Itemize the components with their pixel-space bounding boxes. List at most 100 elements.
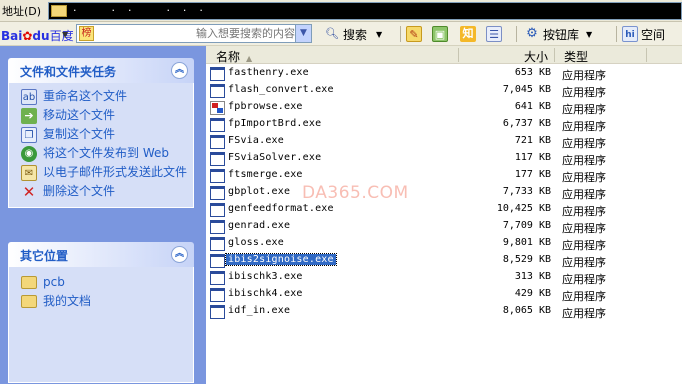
app-color-icon [210,101,225,115]
task-move[interactable]: ➔ 移动这个文件 [21,108,193,124]
chevron-down-icon[interactable]: ▼ [62,30,68,39]
file-name[interactable]: idf_in.exe [228,305,290,316]
file-row[interactable]: gbplot.exe 7,733 KB 应用程序 [206,185,682,202]
file-row[interactable]: gloss.exe 9,801 KB 应用程序 [206,236,682,253]
task-publish-web-label[interactable]: 将这个文件发布到 Web [43,146,193,161]
search-input[interactable] [99,26,295,41]
column-size-label: 大小 [524,50,549,64]
chevron-down-icon[interactable]: ▼ [586,30,592,39]
file-tasks-panel: 文件和文件夹任务 ︽ ab 重命名这个文件 ➔ 移动这个文件 ❐ 复制这个文件 … [8,58,194,208]
column-size[interactable]: 大小 [524,48,548,65]
task-publish-web[interactable]: ◉ 将这个文件发布到 Web [21,146,193,162]
place-my-documents-label[interactable]: 我的文档 [43,294,193,309]
plugin-library-button[interactable]: ⚙ 按钮库 ▼ [524,25,592,43]
collapse-chevron-icon[interactable]: ︽ [171,246,188,263]
search-box[interactable]: 榜 ▼ [76,24,312,43]
file-size: 8,529 KB [502,254,551,265]
task-rename[interactable]: ab 重命名这个文件 [21,89,193,105]
highlight-icon: ✎ [406,26,422,42]
place-pcb-label[interactable]: pcb [43,275,193,290]
exe-icon [210,135,225,149]
place-pcb[interactable]: pcb [21,275,193,290]
address-bar: 地址(D) · · · · · · [0,0,682,22]
place-my-documents[interactable]: 我的文档 [21,294,193,309]
file-name[interactable]: genfeedformat.exe [228,203,334,214]
file-row[interactable]: genrad.exe 7,709 KB 应用程序 [206,219,682,236]
file-row[interactable]: ibischk3.exe 313 KB 应用程序 [206,270,682,287]
file-size: 313 KB [514,271,551,282]
file-name[interactable]: gbplot.exe [228,186,290,197]
file-row-selected[interactable]: ibis2signoise.exe 8,529 KB 应用程序 [206,253,682,270]
search-history-dropdown[interactable]: ▼ [295,25,311,42]
file-row[interactable]: fpbrowse.exe 641 KB 应用程序 [206,100,682,117]
file-name[interactable]: gloss.exe [228,237,284,248]
file-name[interactable]: ftsmerge.exe [228,169,303,180]
file-name[interactable]: FSviaSolver.exe [228,152,321,163]
file-name[interactable]: flash_convert.exe [228,84,334,95]
file-row[interactable]: FSvia.exe 721 KB 应用程序 [206,134,682,151]
task-email-label[interactable]: 以电子邮件形式发送此文件 [43,165,193,180]
address-path[interactable]: · · · · · · [73,4,205,17]
task-delete-label[interactable]: 删除这个文件 [43,184,193,199]
task-copy[interactable]: ❐ 复制这个文件 [21,127,193,143]
task-rename-label[interactable]: 重命名这个文件 [43,89,193,104]
file-name[interactable]: fpImportBrd.exe [228,118,321,129]
task-pane: 文件和文件夹任务 ︽ ab 重命名这个文件 ➔ 移动这个文件 ❐ 复制这个文件 … [0,46,206,384]
file-tasks-header[interactable]: 文件和文件夹任务 ︽ [8,58,194,83]
file-type: 应用程序 [562,256,606,269]
exe-icon [210,203,225,217]
baidu-logo-du: du [32,29,50,43]
file-row[interactable]: ftsmerge.exe 177 KB 应用程序 [206,168,682,185]
file-name[interactable]: ibischk3.exe [228,271,303,282]
search-button[interactable]: 🔍︎ 搜索 ▼ [324,25,382,43]
other-places-title: 其它位置 [20,249,69,263]
file-row[interactable]: genfeedformat.exe 10,425 KB 应用程序 [206,202,682,219]
file-name[interactable]: ibischk4.exe [228,288,303,299]
file-name[interactable]: fasthenry.exe [228,67,309,78]
task-move-label[interactable]: 移动这个文件 [43,108,193,123]
chevron-down-icon[interactable]: ▼ [376,30,382,39]
toolbar-divider [616,26,617,42]
news-button[interactable]: ☰ [486,25,502,43]
file-tasks-body: ab 重命名这个文件 ➔ 移动这个文件 ❐ 复制这个文件 ◉ 将这个文件发布到 … [8,83,194,208]
zhidao-button[interactable]: 知 [460,25,476,43]
other-places-header[interactable]: 其它位置 ︽ [8,242,194,267]
task-copy-label[interactable]: 复制这个文件 [43,127,193,142]
file-type: 应用程序 [562,120,606,133]
file-row[interactable]: idf_in.exe 8,065 KB 应用程序 [206,304,682,321]
file-row[interactable]: flash_convert.exe 7,045 KB 应用程序 [206,83,682,100]
column-name[interactable]: 名称 ▲ [216,48,252,65]
task-email[interactable]: ✉ 以电子邮件形式发送此文件 [21,165,193,181]
column-type[interactable]: 类型 [564,48,588,65]
file-type: 应用程序 [562,239,606,252]
file-size: 641 KB [514,101,551,112]
space-button[interactable]: hi 空间 [622,25,665,43]
address-field[interactable]: · · · · · · [48,2,682,20]
address-label-text: 地址 [2,5,24,18]
file-row[interactable]: ibischk4.exe 429 KB 应用程序 [206,287,682,304]
my-documents-icon [21,295,37,308]
highlight-button[interactable]: ✎ [406,25,422,43]
column-divider[interactable] [458,48,459,62]
column-divider[interactable] [646,48,647,62]
file-tasks-title: 文件和文件夹任务 [20,65,117,79]
rename-icon: ab [21,89,37,105]
collapse-chevron-icon[interactable]: ︽ [171,62,188,79]
file-name[interactable]: FSvia.exe [228,135,284,146]
toolbar-badge-icon[interactable]: 榜 [79,26,94,41]
column-divider[interactable] [554,48,555,62]
file-row[interactable]: fpImportBrd.exe 6,737 KB 应用程序 [206,117,682,134]
file-name[interactable]: fpbrowse.exe [228,101,303,112]
file-row[interactable]: FSviaSolver.exe 117 KB 应用程序 [206,151,682,168]
file-size: 7,045 KB [502,84,551,95]
file-name[interactable]: genrad.exe [228,220,290,231]
space-icon: hi [622,26,638,42]
file-row[interactable]: fasthenry.exe 653 KB 应用程序 [206,66,682,83]
file-type: 应用程序 [562,86,606,99]
task-delete[interactable]: ✕ 删除这个文件 [21,184,193,200]
file-name[interactable]: ibis2signoise.exe [225,253,337,266]
image-search-button[interactable]: ▣ [432,25,448,43]
image-icon: ▣ [432,26,448,42]
folder-icon [21,276,37,289]
exe-icon [210,254,225,268]
